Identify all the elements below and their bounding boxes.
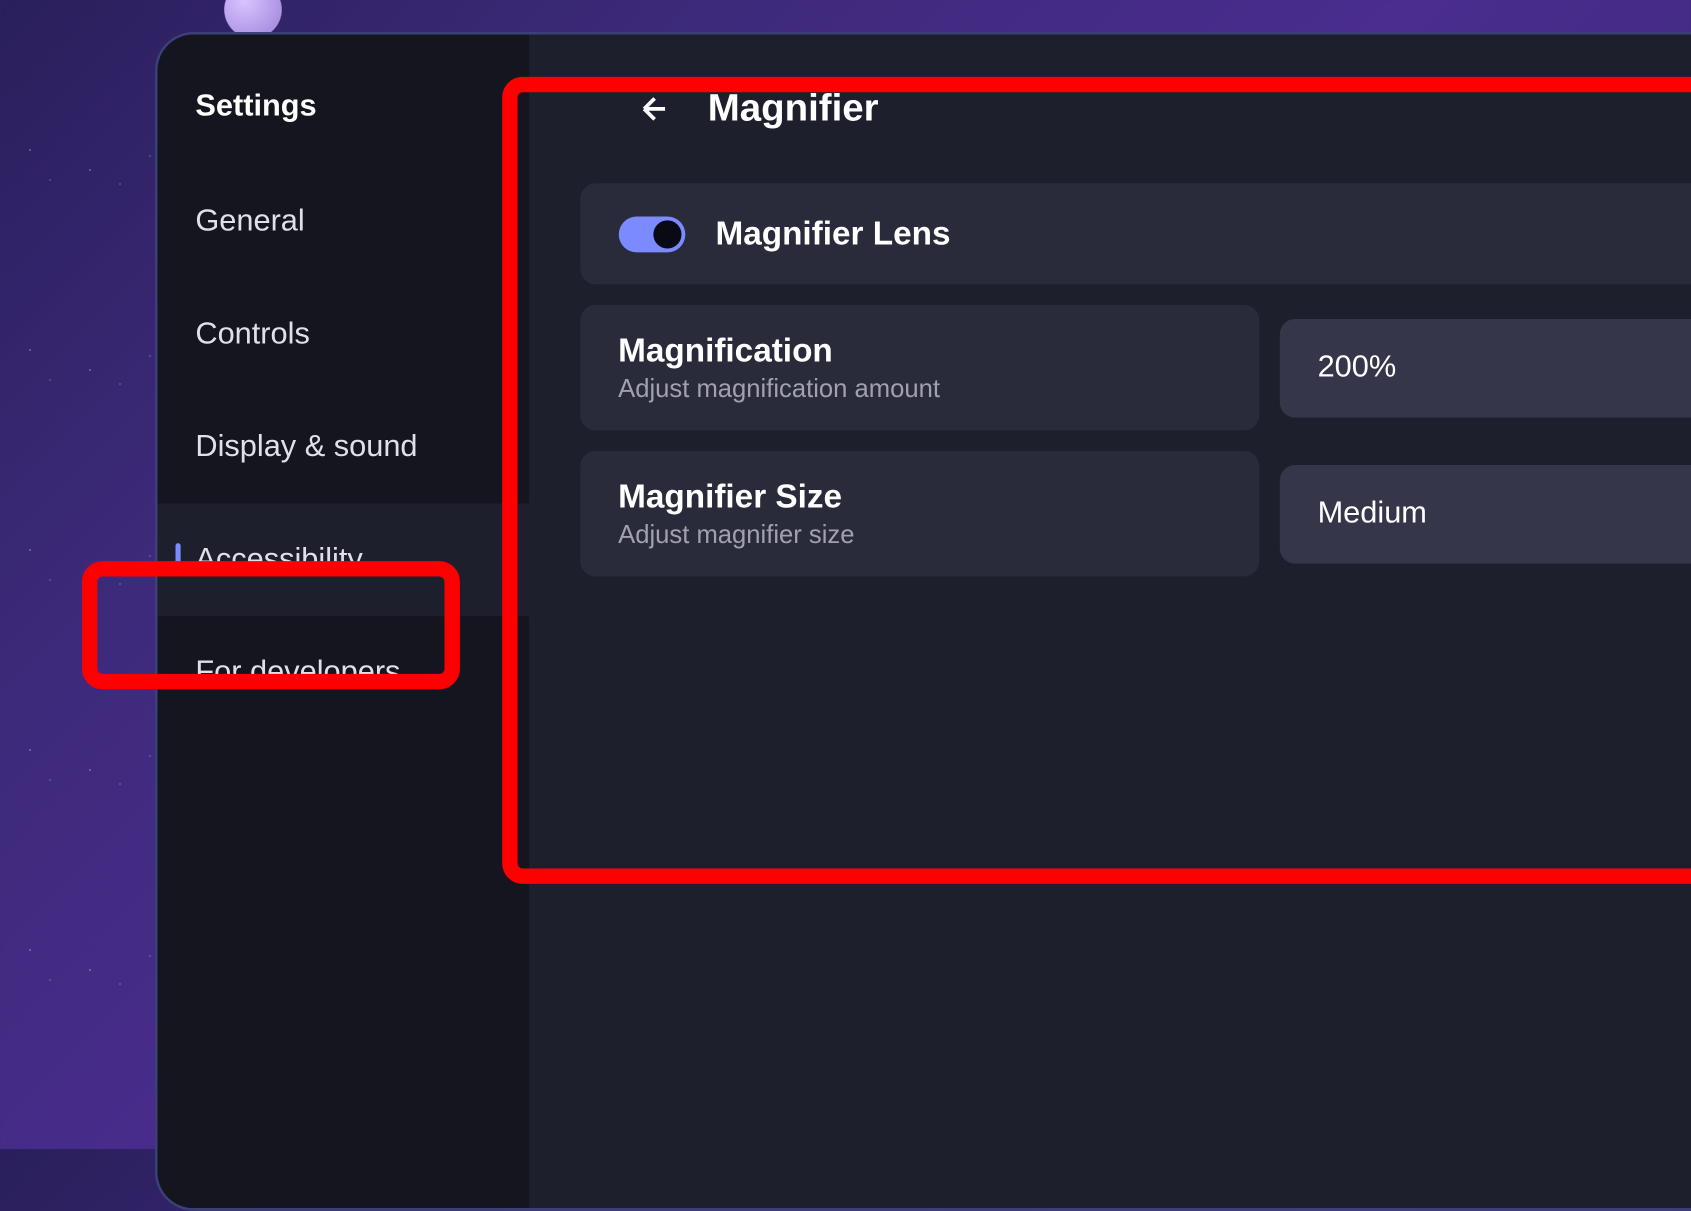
back-button[interactable]	[631, 86, 677, 132]
magnifier-size-subtitle: Adjust magnifier size	[618, 521, 1220, 550]
magnification-info: Magnification Adjust magnification amoun…	[580, 305, 1259, 431]
sidebar-item-general[interactable]: General	[157, 165, 529, 278]
magnification-subtitle: Adjust magnification amount	[618, 375, 1220, 404]
magnification-value: 200%	[1318, 350, 1397, 386]
page-header: Magnifier	[580, 86, 1691, 132]
magnifier-lens-label: Magnifier Lens	[715, 214, 950, 254]
sidebar-title: Settings	[157, 58, 529, 166]
settings-window: Settings General Controls Display & soun…	[154, 32, 1691, 1211]
magnifier-size-title: Magnifier Size	[618, 477, 1220, 517]
settings-sidebar: Settings General Controls Display & soun…	[157, 35, 529, 1208]
magnifier-lens-toggle[interactable]	[618, 216, 685, 252]
magnifier-size-info: Magnifier Size Adjust magnifier size	[580, 451, 1259, 577]
sidebar-item-for-developers[interactable]: For developers	[157, 616, 529, 729]
magnification-dropdown[interactable]: 200%	[1279, 318, 1691, 417]
magnifier-lens-row: Magnifier Lens	[580, 183, 1691, 284]
settings-content: Magnifier Magnifier Lens Magnification A…	[528, 35, 1691, 1208]
arrow-left-icon	[636, 91, 672, 127]
magnifier-size-dropdown[interactable]: Medium	[1279, 464, 1691, 563]
magnification-row: Magnification Adjust magnification amoun…	[580, 305, 1691, 431]
magnification-title: Magnification	[618, 331, 1220, 371]
sidebar-item-controls[interactable]: Controls	[157, 278, 529, 391]
page-title: Magnifier	[708, 87, 879, 131]
magnifier-size-value: Medium	[1318, 496, 1427, 532]
magnifier-size-row: Magnifier Size Adjust magnifier size Med…	[580, 451, 1691, 577]
sidebar-item-display-sound[interactable]: Display & sound	[157, 391, 529, 504]
sidebar-item-accessibility[interactable]: Accessibility	[157, 503, 529, 616]
